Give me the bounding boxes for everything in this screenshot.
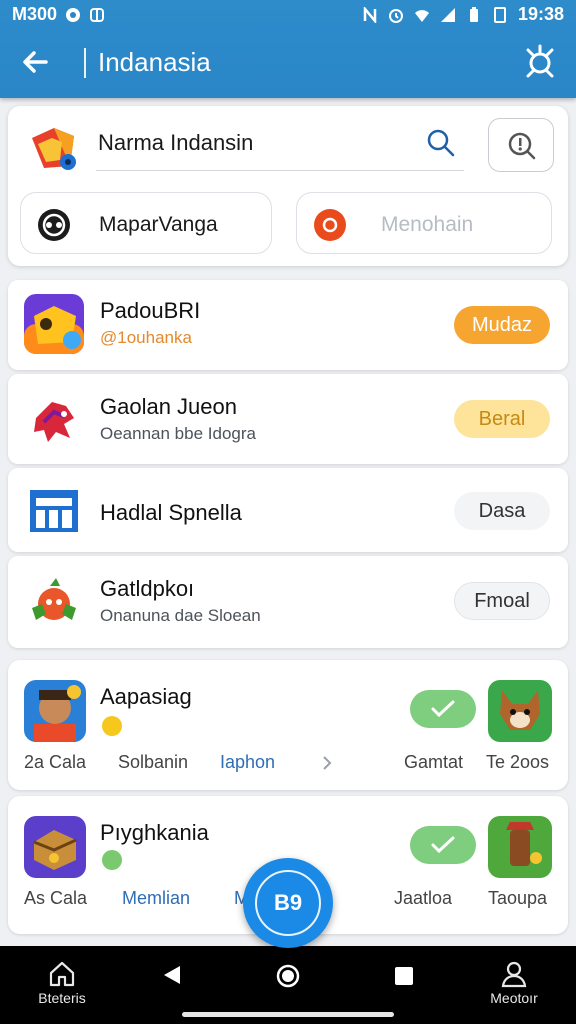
confirm-button[interactable] <box>410 690 476 728</box>
floating-action-button[interactable]: B9 <box>243 858 333 948</box>
person-icon <box>501 961 527 988</box>
chevron-right-icon[interactable] <box>320 754 334 772</box>
item-title: Hadlal Spnella <box>100 500 242 525</box>
battery-icon <box>469 6 478 22</box>
action-button[interactable]: Beral <box>454 400 550 438</box>
item-title: Gatldpkoı <box>100 576 195 601</box>
gamepad-icon <box>38 209 70 241</box>
sim-icon <box>493 6 506 23</box>
card-footer-text: Jaatloa <box>394 888 453 908</box>
home-circle-icon[interactable] <box>276 964 300 988</box>
info-search-icon <box>508 132 536 160</box>
chip-maparvanga[interactable]: MaparVanga <box>20 192 272 254</box>
item-subtitle: @1ouhanka <box>100 328 192 347</box>
fox-game-icon <box>488 680 552 742</box>
warrior-game-icon <box>488 816 552 878</box>
fab-label: B9 <box>273 890 303 915</box>
building-icon <box>30 490 78 532</box>
nav-label: Bteteris <box>38 990 86 1006</box>
list-item[interactable]: Gatldpkoı Onanuna dae Sloean Fmoal <box>8 556 568 648</box>
notification-icon <box>66 7 81 22</box>
card-footer-text: Taoupa <box>488 888 548 908</box>
app-bar: Indanasia <box>0 30 576 94</box>
list-item[interactable]: PadouBRI @1ouhanka Mudaz <box>8 280 568 370</box>
recents-square-icon[interactable] <box>394 966 414 986</box>
list-item[interactable]: Hadlal Spnella Dasa <box>8 468 568 552</box>
top-bar: M300 19:38 Indanasia <box>0 0 576 98</box>
settings-small-icon <box>90 7 105 22</box>
dragon-icon <box>34 402 74 442</box>
back-triangle-icon[interactable] <box>162 964 182 986</box>
card-footer-text: Solbanin <box>118 752 189 772</box>
card-footer-text: Te 2oos <box>486 752 550 772</box>
nfc-icon <box>363 6 377 23</box>
check-icon <box>431 836 455 854</box>
alarm-icon <box>388 8 403 23</box>
card-title: Aapasiag <box>100 684 192 709</box>
item-title: PadouBRI <box>100 298 201 323</box>
card-footer-text: 2a Cala <box>24 752 87 772</box>
card-footer-link[interactable]: Iaphon <box>220 752 275 773</box>
app-logo-icon <box>32 128 76 170</box>
home-icon <box>49 961 75 987</box>
record-icon <box>314 209 346 241</box>
signal-icon <box>440 7 455 22</box>
page-title: Indanasia <box>98 47 211 77</box>
action-button[interactable]: Fmoal <box>454 582 550 620</box>
wifi-icon <box>414 9 429 22</box>
bug-settings-icon[interactable] <box>520 42 560 82</box>
action-button[interactable]: Dasa <box>454 492 550 530</box>
carrier-label: M300 <box>12 4 58 24</box>
status-dot <box>102 716 122 736</box>
list-item[interactable]: Gaolan Jueon Oeannan bbe Idogra Beral <box>8 374 568 464</box>
game-card[interactable]: Aapasiag 2a Cala Solbanin Iaphon Gamtat … <box>8 660 568 790</box>
card-footer-text: As Cala <box>24 888 88 908</box>
item-subtitle: Oeannan bbe Idogra <box>100 424 256 443</box>
confirm-button[interactable] <box>410 826 476 864</box>
chip-label: Menohain <box>381 213 474 236</box>
check-icon <box>431 700 455 718</box>
title-divider <box>84 48 86 78</box>
card-footer-link[interactable]: Memlian <box>122 888 190 909</box>
nav-label: Meotoır <box>490 990 538 1006</box>
item-subtitle: Onanuna dae Sloean <box>100 606 261 625</box>
help-button[interactable] <box>488 118 554 172</box>
search-input[interactable]: Narma Indansin <box>98 130 253 156</box>
back-arrow-icon[interactable] <box>18 44 54 80</box>
search-card: Narma Indansin MaparVanga Menohain <box>8 106 568 266</box>
gesture-home-bar[interactable] <box>182 1012 394 1017</box>
treasure-chest-icon <box>24 816 86 878</box>
card-footer-text: Gamtat <box>404 752 464 772</box>
fruit-character-icon <box>32 578 76 620</box>
player-avatar-icon <box>24 680 86 742</box>
action-button[interactable]: Mudaz <box>454 306 550 344</box>
clock: 19:38 <box>517 4 564 24</box>
item-title: Gaolan Jueon <box>100 394 237 419</box>
card-title: Pıyghkania <box>100 820 209 845</box>
treasure-game-icon <box>24 294 84 354</box>
status-dot <box>102 850 122 870</box>
status-bar: M300 19:38 <box>0 0 576 28</box>
search-icon[interactable] <box>426 128 456 158</box>
search-underline <box>96 170 464 171</box>
chip-label: MaparVanga <box>99 213 218 236</box>
chip-menohain[interactable]: Menohain <box>296 192 552 254</box>
